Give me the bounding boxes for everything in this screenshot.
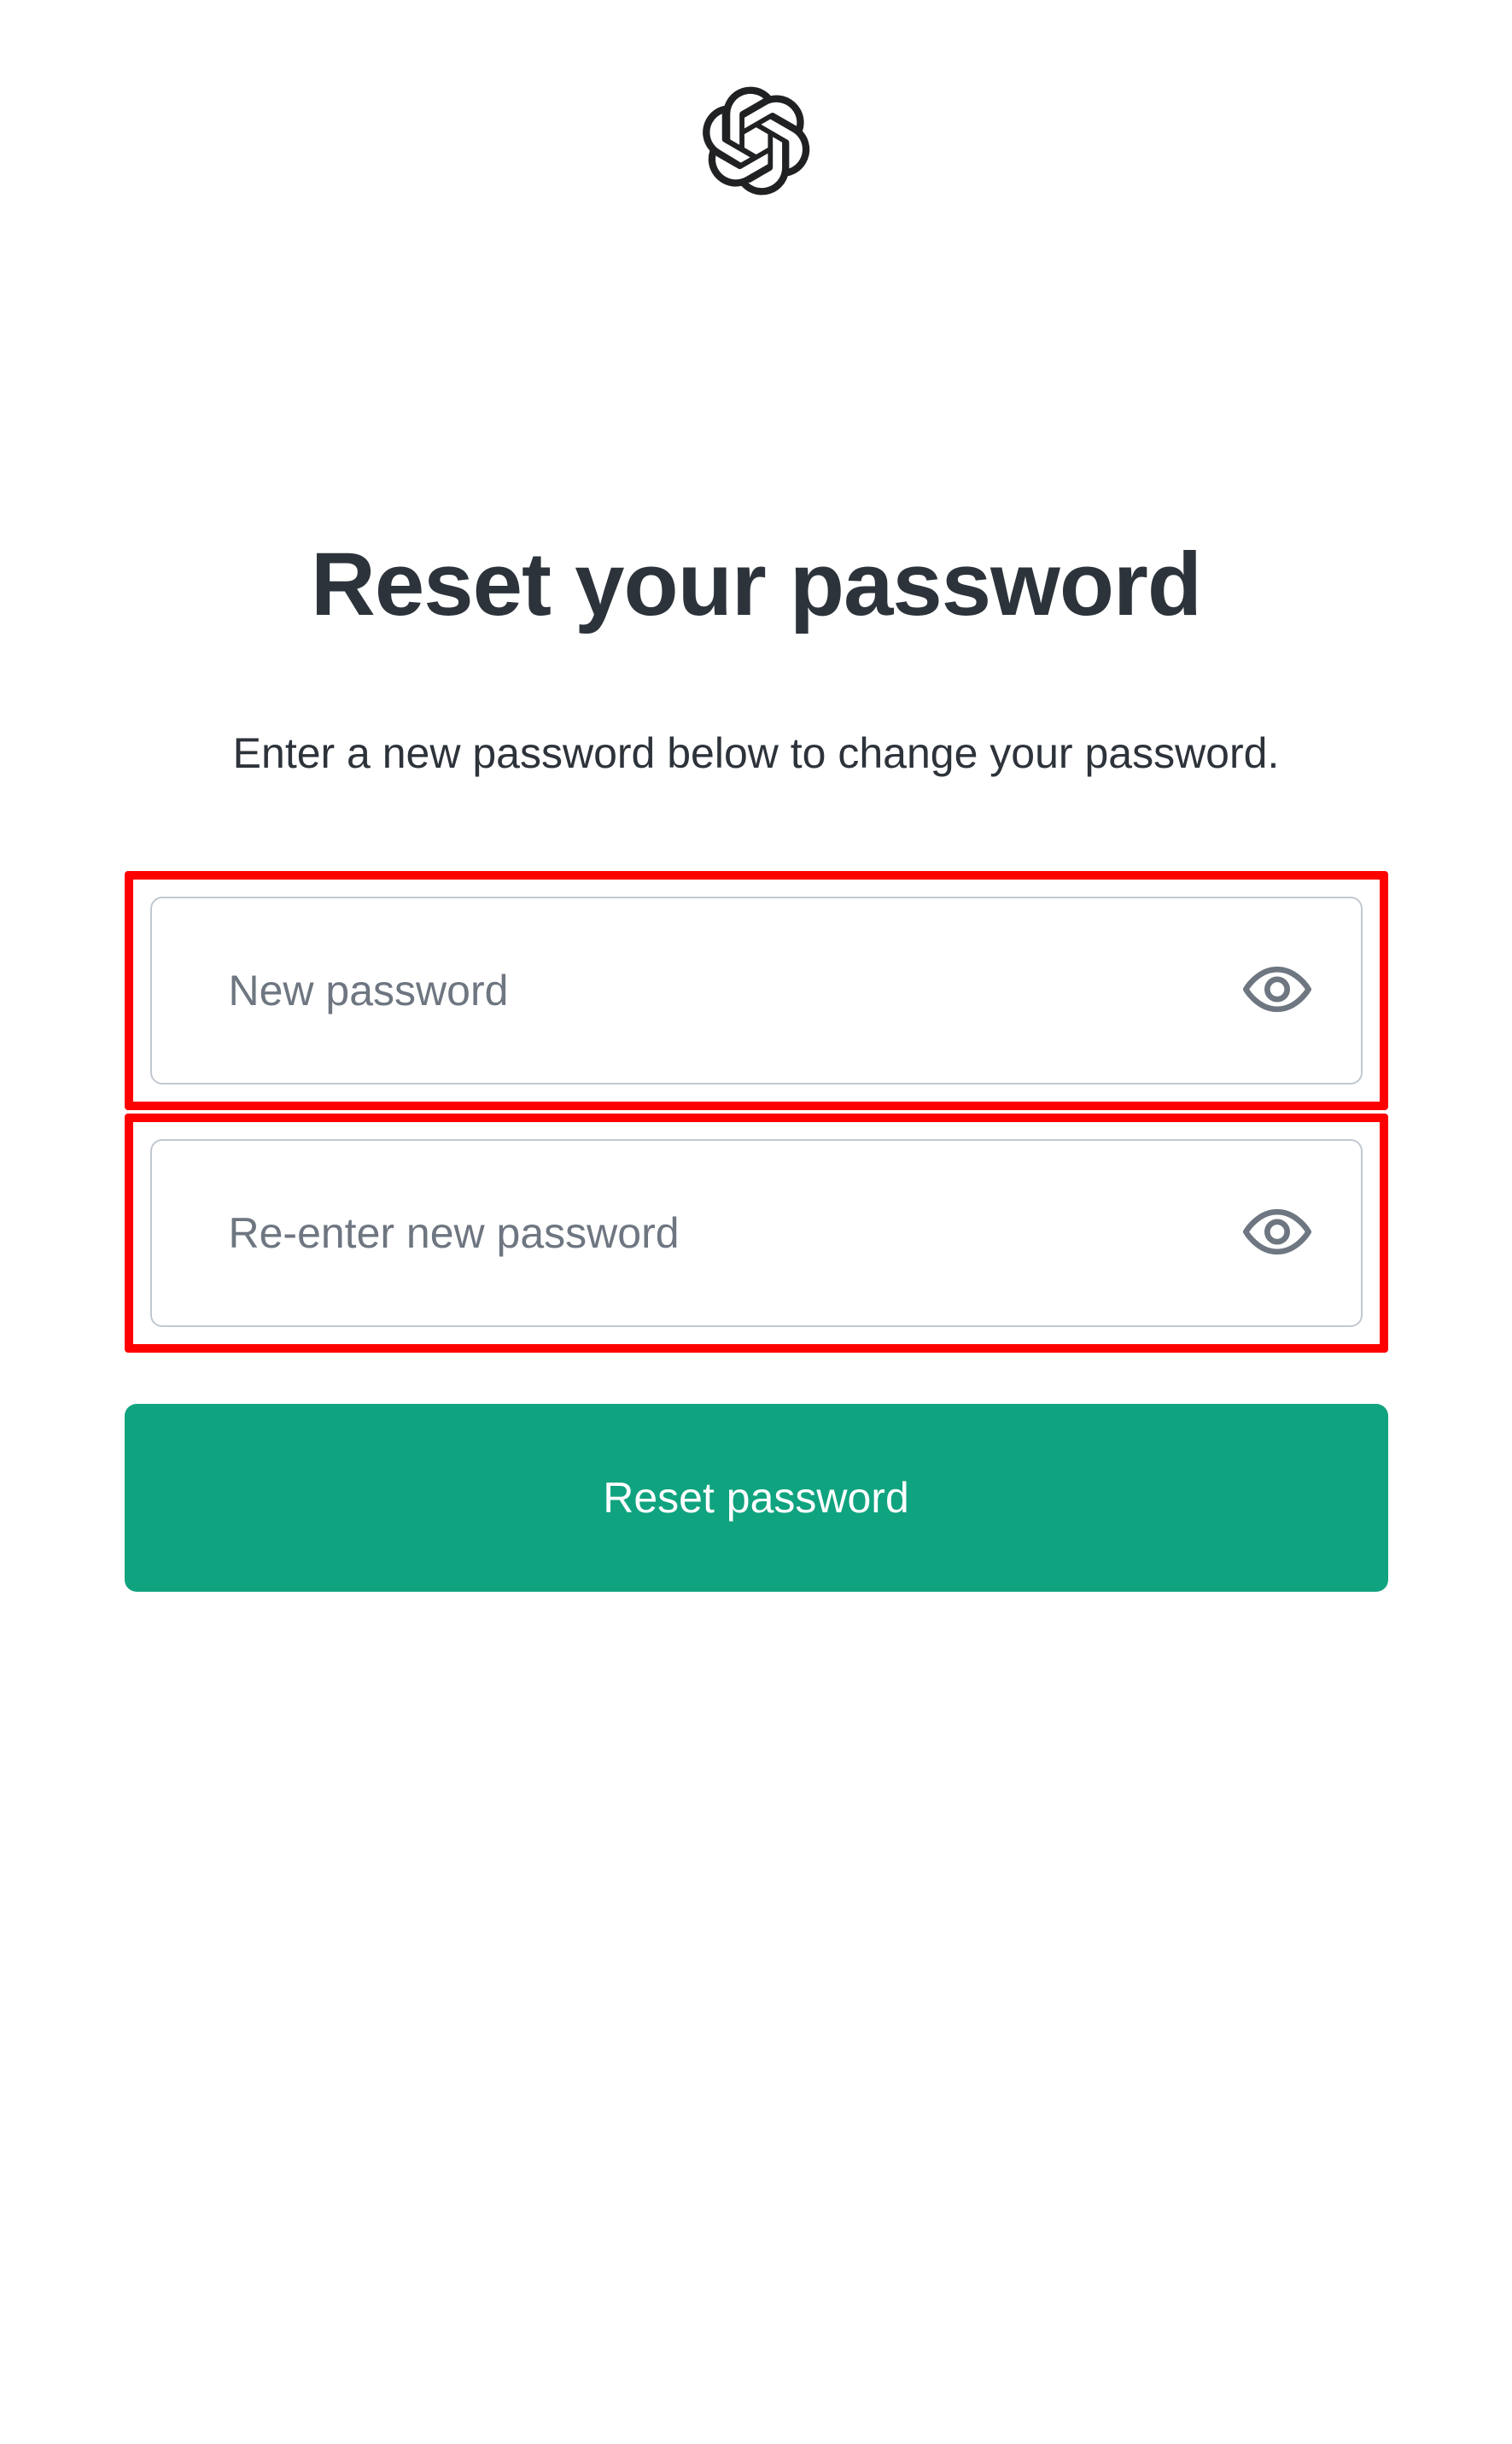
confirm-password-highlight bbox=[125, 1114, 1388, 1353]
toggle-confirm-password-visibility-button[interactable] bbox=[1235, 1200, 1320, 1267]
reset-password-form: Reset your password Enter a new password… bbox=[125, 534, 1388, 1592]
toggle-new-password-visibility-button[interactable] bbox=[1235, 957, 1320, 1025]
confirm-password-container bbox=[150, 1139, 1363, 1327]
reset-password-button[interactable]: Reset password bbox=[125, 1404, 1388, 1592]
openai-logo-icon bbox=[701, 185, 812, 200]
new-password-input[interactable] bbox=[150, 897, 1363, 1085]
eye-icon bbox=[1243, 966, 1311, 1016]
new-password-highlight bbox=[125, 871, 1388, 1110]
page-title: Reset your password bbox=[311, 534, 1201, 636]
page-subtitle: Enter a new password below to change you… bbox=[233, 722, 1280, 786]
eye-icon bbox=[1243, 1208, 1311, 1259]
confirm-password-input[interactable] bbox=[150, 1139, 1363, 1327]
new-password-container bbox=[150, 897, 1363, 1085]
logo-container bbox=[701, 85, 812, 201]
